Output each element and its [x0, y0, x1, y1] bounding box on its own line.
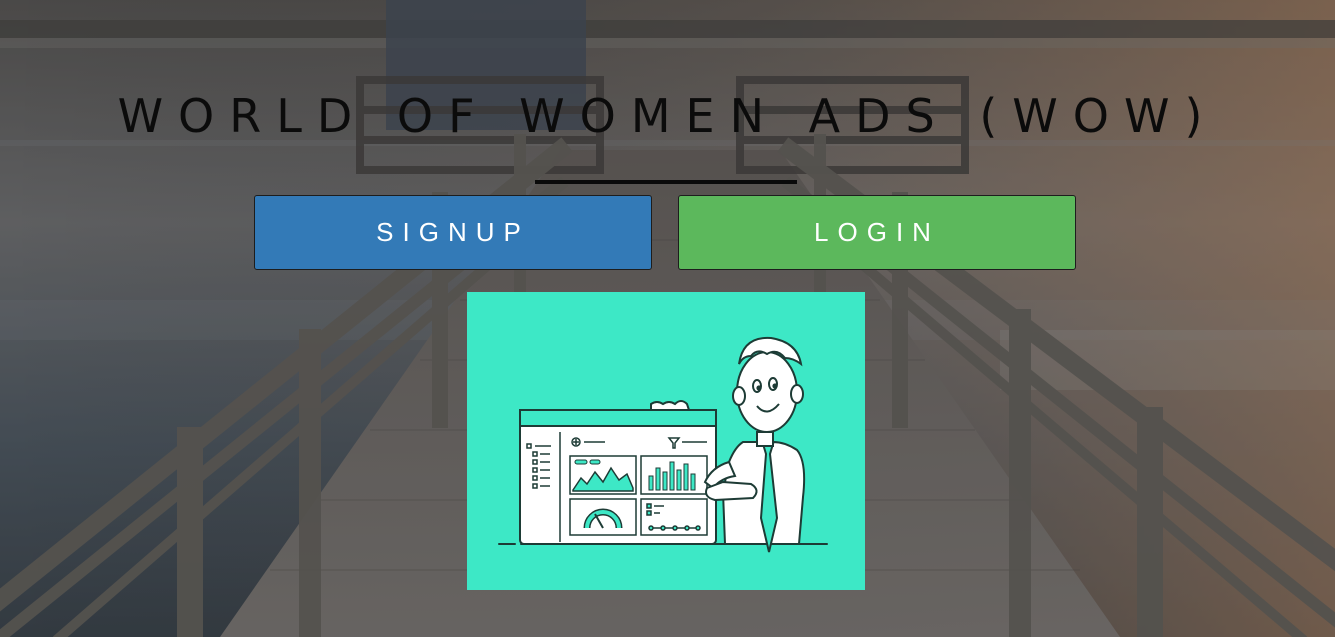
login-button[interactable]: LOGIN	[678, 195, 1076, 270]
analytics-illustration	[467, 292, 865, 590]
signup-button[interactable]: SIGNUP	[254, 195, 652, 270]
site-title: WORLD OF WOMEN ADS (WOW)	[117, 89, 1218, 143]
presenter-man-icon	[703, 336, 806, 553]
dashboard-board-icon	[519, 400, 717, 545]
title-underline	[535, 180, 797, 184]
hero-section: WORLD OF WOMEN ADS (WOW) SIGNUP LOGIN	[0, 0, 1335, 637]
login-button-label: LOGIN	[814, 217, 940, 247]
signup-button-label: SIGNUP	[376, 217, 530, 247]
